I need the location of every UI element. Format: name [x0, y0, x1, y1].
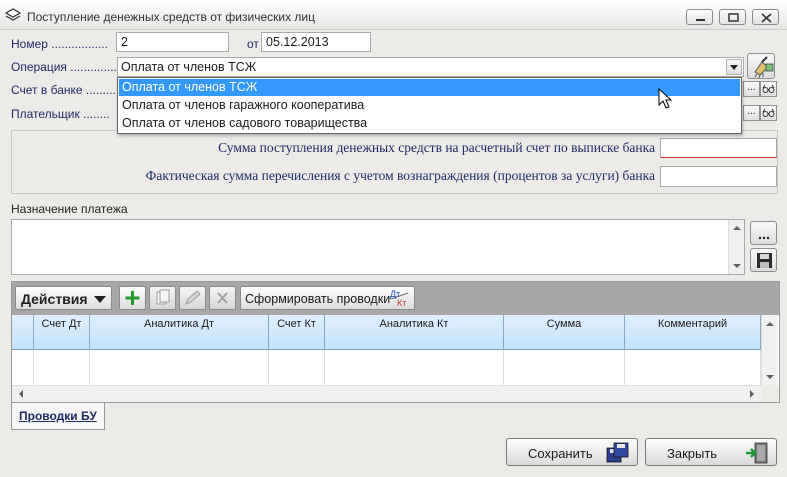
- grid-toolbar: Действия Сформировать проводки Дт Кт: [12, 282, 779, 315]
- ellipsis-icon: [758, 236, 770, 240]
- operation-value: Оплата от членов ТСЖ: [121, 60, 257, 74]
- actions-menu-button[interactable]: Действия: [15, 286, 112, 310]
- grid-column: [325, 350, 504, 385]
- grid-column: [90, 350, 269, 385]
- operation-settings-button[interactable]: [747, 53, 775, 79]
- minimize-icon: [696, 19, 705, 21]
- kt-text: Кт: [397, 298, 406, 308]
- date-input[interactable]: 05.12.2013: [261, 32, 371, 52]
- pencil-icon: [185, 290, 201, 305]
- save-icon: [606, 442, 629, 463]
- glasses-icon: [762, 84, 775, 93]
- purpose-label: Назначение платежа: [11, 202, 128, 216]
- glasses-icon: [762, 108, 775, 117]
- app-icon: [5, 8, 21, 21]
- close-label: Закрыть: [667, 446, 718, 461]
- copy-icon: [156, 289, 170, 305]
- grid-column: [269, 350, 325, 385]
- save-label: Сохранить: [528, 446, 593, 461]
- purpose-save-button[interactable]: [750, 248, 777, 272]
- tab-label: Проводки БУ: [19, 409, 97, 423]
- actual-sum-label: Фактическая сумма перечисления с учетом …: [145, 168, 655, 183]
- dropdown-option-tszh[interactable]: Оплата от членов ТСЖ: [119, 79, 740, 96]
- operation-label: Операция ..............: [11, 60, 117, 74]
- chevron-down-icon: [730, 65, 738, 70]
- grid-column: [34, 350, 90, 385]
- generate-postings-label: Сформировать проводки: [245, 292, 391, 306]
- payer-open-button[interactable]: [760, 105, 777, 121]
- maximize-icon: [728, 13, 739, 22]
- payer-label: Плательщик ........: [11, 107, 110, 121]
- maximize-button[interactable]: [719, 9, 746, 25]
- column-header-credit-analytics[interactable]: Аналитика Кт: [325, 315, 504, 350]
- scroll-down-icon: [733, 264, 741, 268]
- tab-postings-bu[interactable]: Проводки БУ: [11, 403, 105, 430]
- bank-sum-label: Сумма поступления денежных средств на ра…: [218, 140, 655, 155]
- window-title: Поступление денежных средств от физическ…: [27, 10, 315, 24]
- close-icon: [761, 13, 772, 23]
- edit-row-button[interactable]: [179, 286, 206, 310]
- generate-postings-button[interactable]: Сформировать проводки Дт Кт: [240, 286, 415, 310]
- ellipsis-label: ...: [747, 82, 756, 93]
- close-window-button[interactable]: [752, 9, 779, 25]
- copy-row-button[interactable]: [149, 286, 176, 310]
- grid-column: [625, 350, 761, 385]
- operation-select[interactable]: Оплата от членов ТСЖ: [117, 57, 744, 77]
- dt-kt-icon: Дт Кт: [390, 289, 409, 308]
- actions-label: Действия: [21, 291, 88, 307]
- scroll-up-icon: [766, 322, 774, 326]
- dropdown-option-garage[interactable]: Оплата от членов гаражного кооператива: [119, 97, 740, 114]
- scrollbar-corner: [761, 385, 779, 402]
- date-label: от: [247, 37, 259, 51]
- column-header-debit-analytics[interactable]: Аналитика Дт: [90, 315, 269, 350]
- save-button[interactable]: Сохранить: [506, 438, 638, 466]
- add-row-button[interactable]: [119, 286, 146, 310]
- operation-dropdown-button[interactable]: [726, 59, 742, 75]
- grid-horizontal-scrollbar[interactable]: [12, 385, 761, 402]
- exit-door-icon: [746, 442, 768, 464]
- operation-dropdown-list[interactable]: Оплата от членов ТСЖ Оплата от членов га…: [117, 77, 742, 134]
- close-button[interactable]: Закрыть: [645, 438, 777, 466]
- column-header-credit-account[interactable]: Счет Кт: [269, 315, 325, 350]
- dropdown-option-garden[interactable]: Оплата от членов садового товарищества: [119, 115, 740, 132]
- purpose-scrollbar[interactable]: [728, 220, 744, 274]
- title-bar: Поступление денежных средств от физическ…: [0, 0, 787, 30]
- floppy-disk-icon: [757, 253, 772, 268]
- scroll-right-icon: [750, 390, 754, 398]
- number-label: Номер .................: [11, 37, 108, 51]
- column-header-debit-account[interactable]: Счет Дт: [34, 315, 90, 350]
- delete-row-button[interactable]: [209, 286, 236, 310]
- scroll-down-icon: [766, 375, 774, 379]
- minimize-button[interactable]: [686, 9, 713, 25]
- actual-sum-input[interactable]: [660, 166, 777, 187]
- chevron-down-icon: [94, 296, 106, 303]
- ellipsis-label: ...: [747, 106, 756, 117]
- row-selector-header[interactable]: [12, 315, 34, 350]
- grid-column: [504, 350, 625, 385]
- bank-sum-input[interactable]: [660, 138, 777, 158]
- grid-header: Счет Дт Аналитика Дт Счет Кт Аналитика К…: [12, 315, 761, 350]
- bank-account-label: Счет в банке .........: [11, 83, 116, 97]
- grid-column: [12, 350, 34, 385]
- column-header-comment[interactable]: Комментарий: [625, 315, 761, 350]
- mouse-cursor-icon: [658, 88, 673, 109]
- purpose-textarea[interactable]: [11, 219, 745, 275]
- sum-group: Сумма поступления денежных средств на ра…: [11, 130, 778, 194]
- plus-icon: [125, 291, 140, 305]
- purpose-select-button[interactable]: [750, 221, 777, 245]
- payer-select-button[interactable]: ...: [743, 105, 760, 121]
- column-header-amount[interactable]: Сумма: [504, 315, 625, 350]
- scroll-left-icon: [19, 390, 23, 398]
- bank-account-select-button[interactable]: ...: [743, 81, 760, 97]
- delete-x-icon: [217, 292, 228, 304]
- postings-grid-panel: Действия Сформировать проводки Дт Кт Сче…: [11, 281, 780, 403]
- number-input[interactable]: 2: [116, 32, 229, 52]
- scroll-up-icon: [733, 226, 741, 230]
- broom-icon: [754, 56, 774, 79]
- bank-account-open-button[interactable]: [760, 81, 777, 97]
- grid-vertical-scrollbar[interactable]: [761, 315, 777, 385]
